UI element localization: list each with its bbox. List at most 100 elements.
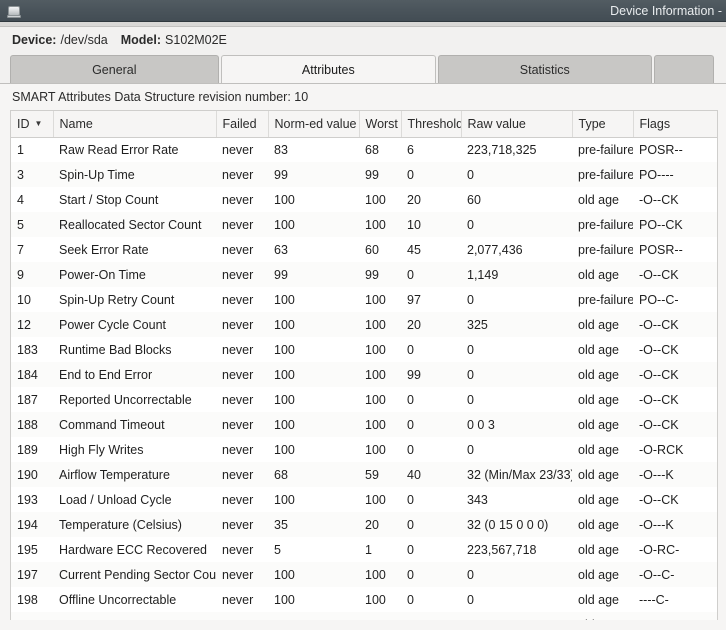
column-header-normed[interactable]: Norm-ed value (268, 111, 360, 138)
cell-id: 184 (11, 362, 53, 387)
cell-id: 197 (11, 562, 53, 587)
cell-rawvalue: 2,077,436 (461, 237, 572, 262)
cell-id: 195 (11, 537, 53, 562)
table-row[interactable]: 190 Airflow Temperature never 68 59 40 32 (Min… (11, 462, 717, 487)
cell-rawvalue: 0 (461, 287, 572, 312)
cell-flags: -O--CK (633, 337, 717, 362)
cell-type: old age (572, 587, 633, 612)
cell-id: 12 (11, 312, 53, 337)
cell-failed: never (216, 237, 268, 262)
cell-type: old age (572, 462, 633, 487)
column-header-worst[interactable]: Worst (359, 111, 402, 138)
cell-normed: 100 (268, 362, 359, 387)
cell-rawvalue: 325 (461, 312, 572, 337)
cell-rawvalue: 0 (461, 387, 572, 412)
cell-name: Hardware ECC Recovered (53, 537, 216, 562)
column-header-rawvalue[interactable]: Raw value (461, 111, 573, 138)
cell-flags: ----C- (633, 587, 717, 612)
table-row[interactable]: 193 Load / Unload Cycle never 100 100 0 343 old… (11, 487, 717, 512)
table-row[interactable]: 194 Temperature (Celsius) never 35 20 0 32 (0 … (11, 512, 717, 537)
cell-id: 5 (11, 212, 53, 237)
cell-worst: 59 (359, 462, 401, 487)
tab-general[interactable]: General (10, 55, 219, 83)
cell-threshold: 0 (401, 262, 461, 287)
table-body: 1 Raw Read Error Rate never 83 68 6 223,718,32… (11, 137, 717, 620)
cell-normed: 5 (268, 537, 359, 562)
cell-worst: 20 (359, 512, 401, 537)
column-header-threshold[interactable]: Threshold (401, 111, 462, 138)
cell-rawvalue: 223,718,325 (461, 137, 572, 162)
cell-name: Offline Uncorrectable (53, 587, 216, 612)
cell-worst: 100 (359, 487, 401, 512)
cell-type: old age (572, 387, 633, 412)
cell-type: old age (572, 187, 633, 212)
tab-attributes[interactable]: Attributes (220, 55, 437, 83)
table-row[interactable]: 5 Reallocated Sector Count never 100 100 10 0 p… (11, 212, 717, 237)
cell-flags: -O--CK (633, 487, 717, 512)
cell-threshold: 0 (401, 562, 461, 587)
cell-type: pre-failure (572, 137, 633, 162)
cell-flags: -O--CK (633, 187, 717, 212)
cell-id: 9 (11, 262, 53, 287)
cell-failed: never (216, 487, 268, 512)
cell-threshold: 0 (401, 437, 461, 462)
cell-rawvalue: 0 0 3 (461, 412, 572, 437)
table-row[interactable]: 198 Offline Uncorrectable never 100 100 0 0 old… (11, 587, 717, 612)
table-row[interactable]: 184 End to End Error never 100 100 99 0 old age… (11, 362, 717, 387)
cell-threshold: 0 (401, 387, 461, 412)
attributes-panel: SMART Attributes Data Structure revision… (0, 83, 726, 630)
table-row[interactable]: 3 Spin-Up Time never 99 99 0 0 pre-failure PO---… (11, 162, 717, 187)
cell-type: old age (572, 437, 633, 462)
cell-name: Power Cycle Count (53, 312, 216, 337)
table-header-row: ID ▼ Name Failed Norm-ed value Worst Thre… (11, 111, 717, 138)
cell-id: 7 (11, 237, 53, 262)
cell-worst: 100 (359, 362, 401, 387)
cell-worst: 99 (359, 162, 401, 187)
table-row[interactable]: 4 Start / Stop Count never 100 100 20 60 old ag… (11, 187, 717, 212)
table-row[interactable]: 12 Power Cycle Count never 100 100 20 325 old a… (11, 312, 717, 337)
cell-normed: 99 (268, 162, 359, 187)
cell-flags: -O---K (633, 512, 717, 537)
table-row[interactable]: 9 Power-On Time never 99 99 0 1,149 old age -O--… (11, 262, 717, 287)
cell-type: old age (572, 562, 633, 587)
cell-failed: never (216, 312, 268, 337)
cell-normed: 99 (268, 262, 359, 287)
column-header-type[interactable]: Type (572, 111, 634, 138)
table-row[interactable]: 7 Seek Error Rate never 63 60 45 2,077,436 pre-… (11, 237, 717, 262)
column-header-failed[interactable]: Failed (216, 111, 269, 138)
tab-overflow[interactable] (653, 55, 714, 83)
table-row[interactable]: 195 Hardware ECC Recovered never 5 1 0 223,567… (11, 537, 717, 562)
table-row[interactable]: 183 Runtime Bad Blocks never 100 100 0 0 old ag… (11, 337, 717, 362)
cell-flags: -O--CK (633, 412, 717, 437)
cell-rawvalue: 32 (Min/Max 23/33) (461, 462, 572, 487)
table-row[interactable]: 197 Current Pending Sector Count never 100 1… (11, 562, 717, 587)
table-row[interactable]: 189 High Fly Writes never 100 100 0 0 old age -O… (11, 437, 717, 462)
column-header-name[interactable]: Name (53, 111, 217, 138)
cell-failed: never (216, 387, 268, 412)
cell-normed: 100 (268, 387, 359, 412)
table-row[interactable]: 199UDMA CRC Error Countnever20020000old … (11, 612, 717, 620)
cell-type: pre-failure (572, 237, 633, 262)
cell-normed: 100 (268, 437, 359, 462)
table-row[interactable]: 188 Command Timeout never 100 100 0 0 0 3 old a… (11, 412, 717, 437)
cell-normed: 68 (268, 462, 359, 487)
cell-failed: never (216, 337, 268, 362)
table-row[interactable]: 10 Spin-Up Retry Count never 100 100 97 0 pre-f… (11, 287, 717, 312)
cell-normed: 83 (268, 137, 359, 162)
window-titlebar: Device Information - (0, 0, 726, 22)
tab-statistics[interactable]: Statistics (438, 55, 652, 83)
cell-normed: 100 (268, 187, 359, 212)
cell-type: pre-failure (572, 212, 633, 237)
cell-type: old age (572, 312, 633, 337)
cell-worst: 100 (359, 387, 401, 412)
cell-worst: 100 (359, 337, 401, 362)
column-header-id[interactable]: ID ▼ (11, 111, 54, 138)
table-row[interactable]: 187 Reported Uncorrectable never 100 100 0 0 ol… (11, 387, 717, 412)
column-header-flags[interactable]: Flags (633, 111, 717, 138)
cell-id: 194 (11, 512, 53, 537)
cell-worst: 100 (359, 412, 401, 437)
table-row[interactable]: 1 Raw Read Error Rate never 83 68 6 223,718,32… (11, 137, 717, 162)
cell-worst: 100 (359, 287, 401, 312)
cell-worst: 100 (359, 437, 401, 462)
cell-name: Spin-Up Time (53, 162, 216, 187)
